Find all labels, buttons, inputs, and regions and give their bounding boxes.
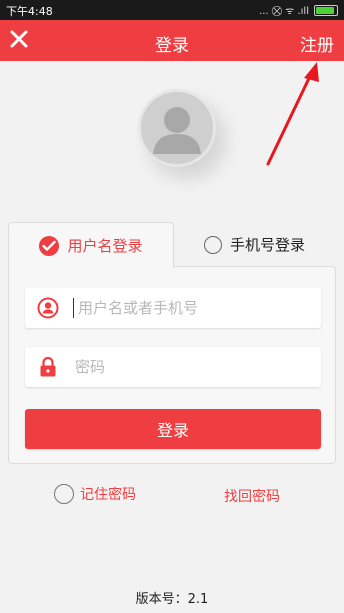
login-card: 用户名登录 手机号登录 用户名或者手机号 登录 <box>8 222 336 464</box>
avatar-placeholder-icon <box>138 89 216 167</box>
password-field[interactable] <box>25 347 321 387</box>
username-field[interactable] <box>25 288 321 328</box>
lock-icon <box>35 354 61 380</box>
text-cursor <box>73 298 74 318</box>
password-input[interactable] <box>73 357 297 377</box>
forgot-password-link[interactable]: 找回密码 <box>224 486 280 506</box>
remember-checkbox-icon[interactable] <box>54 484 74 504</box>
remember-password-option[interactable]: 记住密码 <box>54 484 136 504</box>
radio-circle-icon <box>203 235 222 254</box>
username-input[interactable] <box>76 298 300 318</box>
login-button[interactable]: 登录 <box>25 409 321 449</box>
tab-phone-login[interactable]: 手机号登录 <box>173 222 336 267</box>
tab-username-label: 用户名登录 <box>67 237 143 255</box>
login-form: 登录 <box>8 266 336 464</box>
check-circle-icon <box>39 235 60 256</box>
remember-label: 记住密码 <box>80 487 136 503</box>
version-text: 版本号：2.1 <box>135 592 209 607</box>
user-circle-icon <box>35 295 61 321</box>
tab-phone-label: 手机号登录 <box>229 236 305 254</box>
tab-username-login[interactable]: 用户名登录 <box>8 222 174 268</box>
